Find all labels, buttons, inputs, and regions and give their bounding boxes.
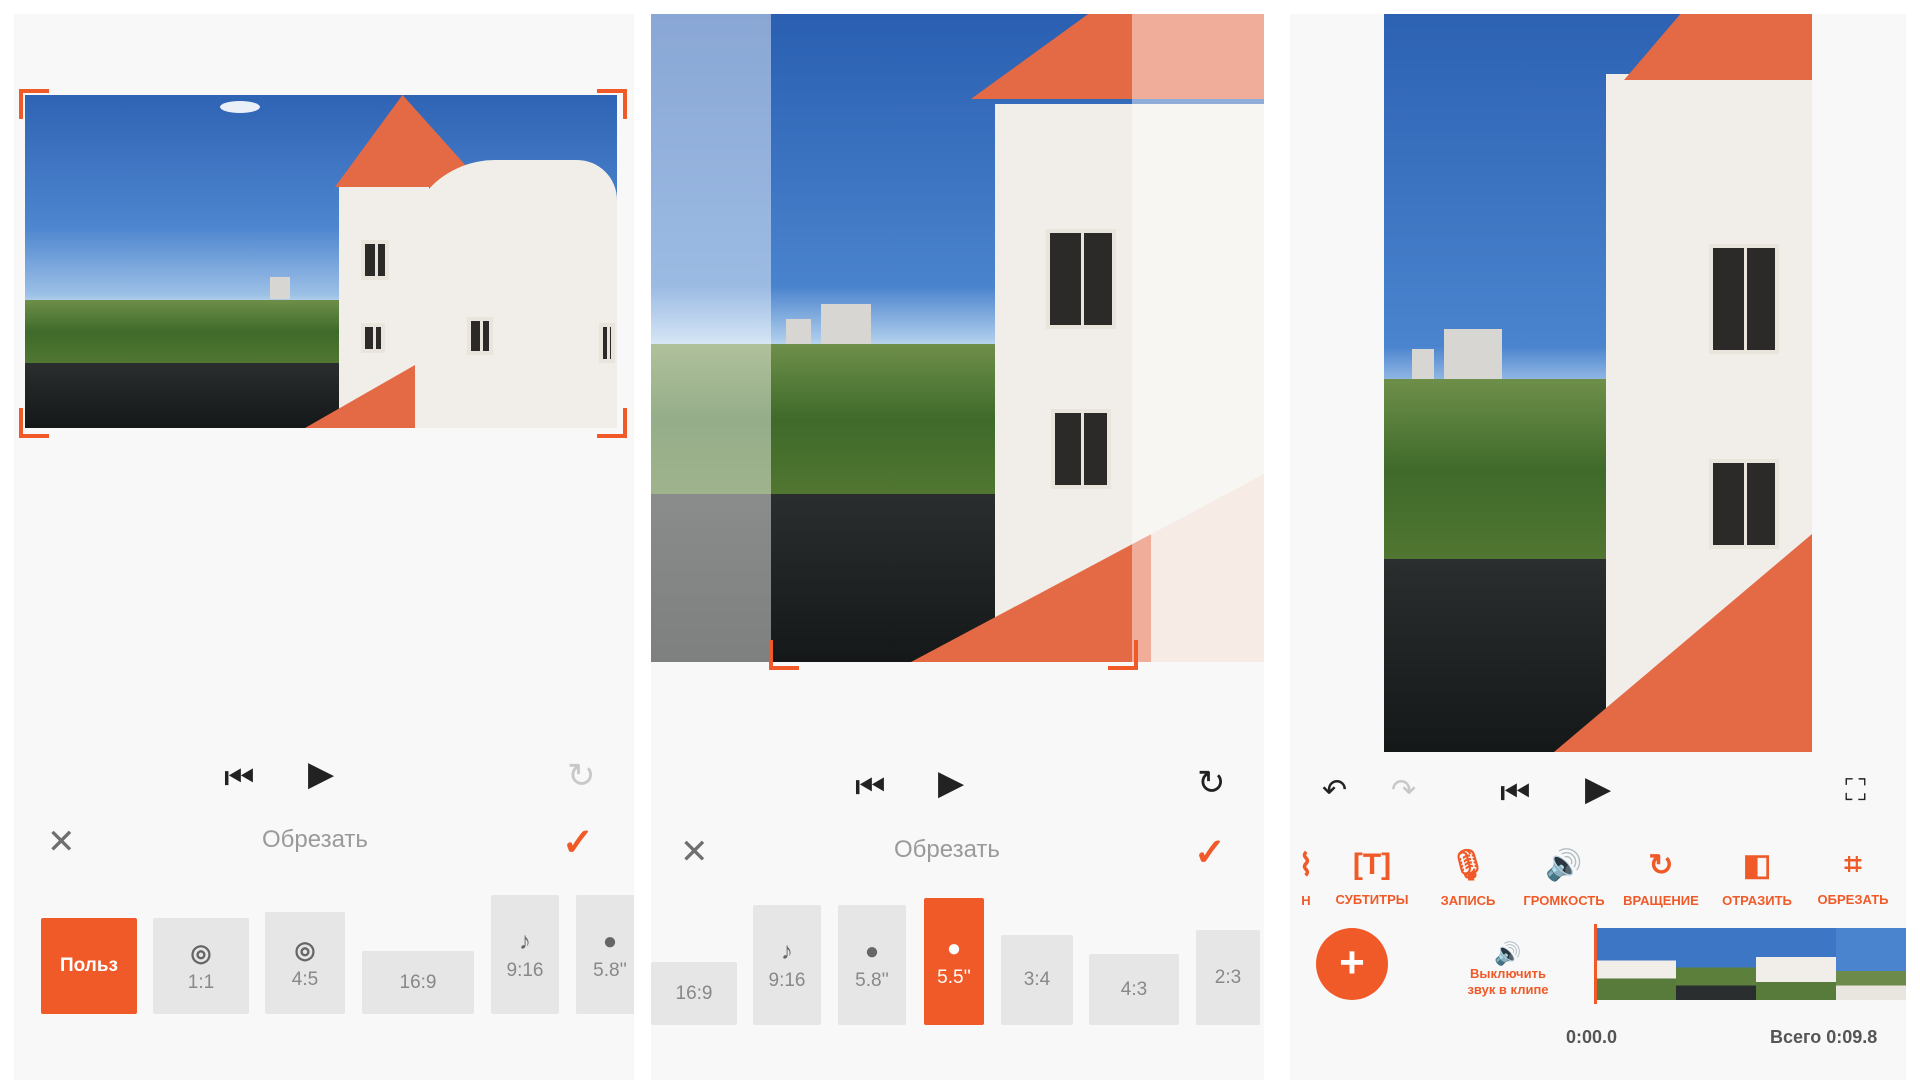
aspect-chip-16-9[interactable]: 16:9 <box>651 962 737 1025</box>
total-time: Всего 0:09.8 <box>1770 1027 1878 1047</box>
chip-label: Польз <box>60 955 118 976</box>
aspect-chip-5-8[interactable]: ● 5.8'' <box>576 895 634 1014</box>
rotate-icon: ↻ <box>1648 849 1674 882</box>
chip-label: 3:4 <box>1023 969 1051 990</box>
chip-label: 5.8'' <box>593 959 627 981</box>
video-preview <box>25 95 617 428</box>
play-icon[interactable]: ▶ <box>1585 772 1611 806</box>
chip-label: 9:16 <box>506 959 544 981</box>
playhead[interactable] <box>1594 924 1597 1004</box>
crop-panel-1: ⏮ ▶ ↻ ✕ Обрезать ✓ Польз ◎ 1:1 ◎ 4:5 16:… <box>14 14 634 1080</box>
skip-back-icon[interactable]: ⏮ <box>855 770 886 804</box>
crop-panel-2: ⏮ ▶ ↻ ✕ Обрезать ✓ 16:9 ♪ 9:16 ● 5.8'' ●… <box>651 14 1264 1080</box>
timeline-thumb <box>1596 928 1676 1000</box>
chip-label: 16:9 <box>675 982 713 1004</box>
skip-back-icon[interactable]: ⏮ <box>1500 776 1531 810</box>
tool-crop[interactable]: ⌗ ОБРЕЗАТЬ <box>1812 848 1894 907</box>
volume-icon: 🔊 <box>1545 849 1583 882</box>
chip-label: 5.5'' <box>937 966 971 988</box>
mute-label-line1: Выключить <box>1470 966 1546 981</box>
aspect-chip-5-8[interactable]: ● 5.8'' <box>838 905 906 1025</box>
apple-icon: ● <box>946 934 962 962</box>
apple-icon: ● <box>864 938 880 965</box>
chip-label: 1:1 <box>187 971 215 993</box>
crop-corner-bl[interactable] <box>769 640 799 670</box>
play-icon[interactable]: ▶ <box>938 766 964 800</box>
crop-corner-bl[interactable] <box>19 408 49 438</box>
crop-corner-tl[interactable] <box>19 89 49 119</box>
panel-title: Обрезать <box>894 836 1000 863</box>
tool-label: ВРАЩЕНИЕ <box>1623 893 1699 908</box>
rotate-icon[interactable]: ↻ <box>1197 766 1226 800</box>
chip-label: 5.8'' <box>855 970 889 991</box>
aspect-chip-16-9[interactable]: 16:9 <box>362 951 474 1014</box>
instagram-icon: ◎ <box>190 939 212 967</box>
chip-label: 16:9 <box>399 971 437 993</box>
timeline-clip[interactable] <box>1596 928 1906 1000</box>
mute-label-line2: звук в клипе <box>1467 982 1549 997</box>
chip-label: 2:3 <box>1214 966 1242 988</box>
current-time: 0:00.0 <box>1566 1027 1618 1047</box>
crop-mask-right <box>1132 14 1264 662</box>
play-icon[interactable]: ▶ <box>308 757 334 791</box>
crop-corner-br[interactable] <box>597 408 627 438</box>
check-icon[interactable]: ✓ <box>1194 830 1226 875</box>
tool-label: СУБТИТРЫ <box>1335 892 1409 907</box>
microphone-icon: 🎙 <box>1448 849 1488 882</box>
aspect-chip-4-3[interactable]: 4:3 <box>1089 954 1179 1025</box>
timeline-thumb <box>1756 928 1836 1000</box>
video-preview <box>1384 14 1812 752</box>
tool-flip[interactable]: ◧ ОТРАЗИТЬ <box>1716 848 1798 908</box>
crop-mask-left <box>651 14 771 662</box>
tool-label: ЗАПИСЬ <box>1440 893 1496 908</box>
chip-label: 4:5 <box>291 968 319 990</box>
crop-corner-tr[interactable] <box>597 89 627 119</box>
crop-corner-br[interactable] <box>1108 640 1138 670</box>
tiktok-icon: ♪ <box>781 938 793 965</box>
check-icon[interactable]: ✓ <box>562 820 594 865</box>
text-icon: [T] <box>1352 848 1392 881</box>
aspect-chip-9-16[interactable]: ♪ 9:16 <box>491 895 559 1014</box>
rotate-icon[interactable]: ↻ <box>567 759 596 793</box>
instagram-icon: ◎ <box>294 936 316 964</box>
tool-record[interactable]: 🎙 ЗАПИСЬ <box>1427 848 1509 908</box>
flip-icon: ◧ <box>1742 849 1772 882</box>
aspect-chip-1-1[interactable]: ◎ 1:1 <box>153 918 249 1014</box>
crop-icon: ⌗ <box>1844 848 1862 881</box>
aspect-chip-custom[interactable]: Польз <box>41 918 137 1014</box>
tiktok-icon: ♪ <box>519 927 531 955</box>
skip-back-icon[interactable]: ⏮ <box>224 761 255 795</box>
tool-rotate[interactable]: ↻ ВРАЩЕНИЕ <box>1620 848 1702 908</box>
aspect-chip-9-16[interactable]: ♪ 9:16 <box>753 905 821 1025</box>
redo-icon[interactable]: ↷ <box>1391 776 1416 806</box>
tool-label: ГРОМКОСТЬ <box>1523 893 1605 908</box>
fullscreen-icon[interactable]: ⛶ <box>1845 776 1866 806</box>
add-clip-button[interactable]: + <box>1316 928 1388 1000</box>
aspect-chip-5-5[interactable]: ● 5.5'' <box>924 898 984 1025</box>
apple-icon: ● <box>602 927 618 955</box>
chip-label: 9:16 <box>768 970 806 991</box>
aspect-chip-4-5[interactable]: ◎ 4:5 <box>265 912 345 1014</box>
tool-label: ОБРЕЗАТЬ <box>1817 892 1889 907</box>
timeline-thumb <box>1676 928 1756 1000</box>
mute-clip-button[interactable]: 🔊 Выключить звук в клипе <box>1448 941 1568 998</box>
tool-volume[interactable]: 🔊 ГРОМКОСТЬ <box>1523 848 1605 908</box>
close-icon[interactable]: ✕ <box>47 822 76 862</box>
tool-label: ОТРАЗИТЬ <box>1722 893 1792 908</box>
panel-title: Обрезать <box>262 826 368 853</box>
volume-icon: 🔊 <box>1494 941 1522 966</box>
chip-label: 4:3 <box>1120 978 1148 1000</box>
tool-subtitles[interactable]: [T] СУБТИТРЫ <box>1331 848 1413 907</box>
aspect-chip-3-4[interactable]: 3:4 <box>1001 935 1073 1025</box>
undo-icon[interactable]: ↶ <box>1322 776 1347 806</box>
editor-panel: ↶ ↷ ⏮ ▶ ⛶ ⌇ Н [T] СУБТИТРЫ 🎙 ЗАПИСЬ 🔊 ГР… <box>1290 14 1906 1080</box>
tool-label: Н <box>1301 893 1311 908</box>
aspect-chip-2-3[interactable]: 2:3 <box>1196 930 1260 1025</box>
close-icon[interactable]: ✕ <box>680 832 709 872</box>
timeline-thumb <box>1836 928 1906 1000</box>
